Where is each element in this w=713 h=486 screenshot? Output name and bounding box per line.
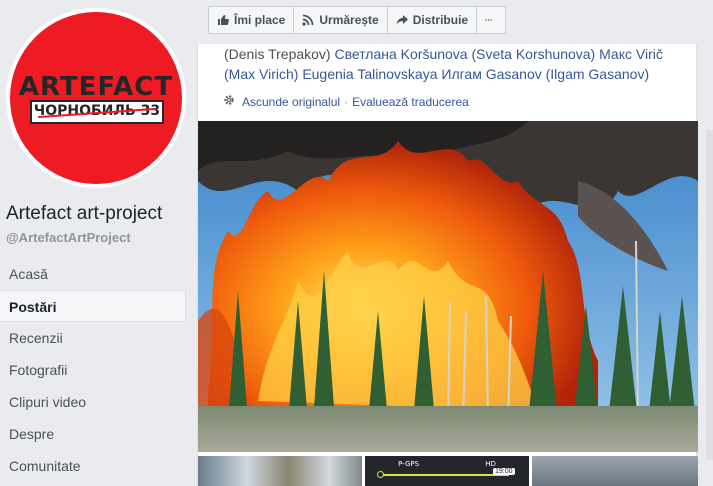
hud-time: 19:00 [493, 468, 515, 475]
rate-translation-link[interactable]: Evaluează traducerea [352, 95, 469, 109]
separator-dot: · [344, 94, 349, 109]
page-action-bar: Îmi place Urmărește Distribuie [208, 6, 507, 34]
hd-label: HD [485, 460, 496, 468]
like-label: Îmi place [234, 13, 286, 27]
avatar: ARTEFACT ЧОРНОБИЛЬ 33 [10, 12, 182, 184]
like-button[interactable]: Îmi place [208, 6, 295, 34]
photo-thumbnail-strip: P-GPS HD 19:00 [198, 456, 698, 486]
photo-thumbnail-video[interactable]: P-GPS HD 19:00 [365, 456, 529, 486]
logo-text-artefact: ARTEFACT [18, 72, 174, 102]
right-column-edge [706, 130, 713, 460]
post-photo-forest-fire[interactable] [198, 121, 698, 452]
nav-item-photos[interactable]: Fotografii [0, 354, 186, 386]
share-arrow-icon [396, 15, 408, 25]
post-text-prefix: (Denis Trepakov) [224, 46, 335, 62]
thumbs-up-icon [218, 15, 229, 25]
nav-item-videos[interactable]: Clipuri video [0, 386, 186, 418]
photo-thumbnail[interactable] [198, 456, 362, 486]
left-sidebar: ARTEFACT ЧОРНОБИЛЬ 33 Artefact art-proje… [0, 0, 190, 486]
page-handle[interactable]: @ArtefactArtProject [6, 230, 131, 245]
share-label: Distribuie [412, 13, 469, 27]
tagged-user[interactable]: Илгам Gasanov (Ilgam Gasanov) [441, 66, 649, 82]
nav-item-posts[interactable]: Postări [0, 290, 186, 322]
forest-fire-image [198, 121, 698, 452]
nav-item-community[interactable]: Comunitate [0, 450, 186, 482]
post-text: (Denis Trepakov) Светлана Koršunova (Sve… [224, 44, 684, 84]
nav-item-home[interactable]: Acasă [0, 258, 186, 290]
more-options-button[interactable] [476, 6, 507, 34]
ellipsis-icon [485, 19, 492, 21]
tagged-user[interactable]: Светлана Koršunova (Sveta Korshunova) [334, 46, 595, 62]
hide-original-link[interactable]: Ascunde originalul [242, 95, 340, 109]
tagged-user[interactable]: Eugenia Talinovskaya [302, 66, 437, 82]
page-nav: Acasă Postări Recenzii Fotografii Clipur… [0, 258, 186, 482]
nav-item-about[interactable]: Despre [0, 418, 186, 450]
gps-label: P-GPS [398, 460, 420, 468]
gear-icon[interactable] [223, 94, 235, 109]
photo-thumbnail[interactable] [532, 456, 698, 486]
profile-picture[interactable]: ARTEFACT ЧОРНОБИЛЬ 33 [6, 8, 186, 188]
share-button[interactable]: Distribuie [386, 6, 478, 34]
nav-item-reviews[interactable]: Recenzii [0, 322, 186, 354]
hud-progress-line [379, 474, 509, 476]
follow-button[interactable]: Urmărește [293, 6, 388, 34]
page-title[interactable]: Artefact art-project [6, 203, 162, 225]
translation-controls: Ascunde originalul · Evaluează traducere… [223, 94, 469, 109]
hud-marker [377, 471, 384, 478]
rss-icon [302, 14, 314, 26]
logo-plate: ЧОРНОБИЛЬ 33 [30, 100, 164, 124]
post-card: (Denis Trepakov) Светлана Koršunova (Sve… [197, 44, 698, 486]
follow-label: Urmărește [319, 13, 379, 27]
facebook-page: ARTEFACT ЧОРНОБИЛЬ 33 Artefact art-proje… [0, 0, 713, 486]
